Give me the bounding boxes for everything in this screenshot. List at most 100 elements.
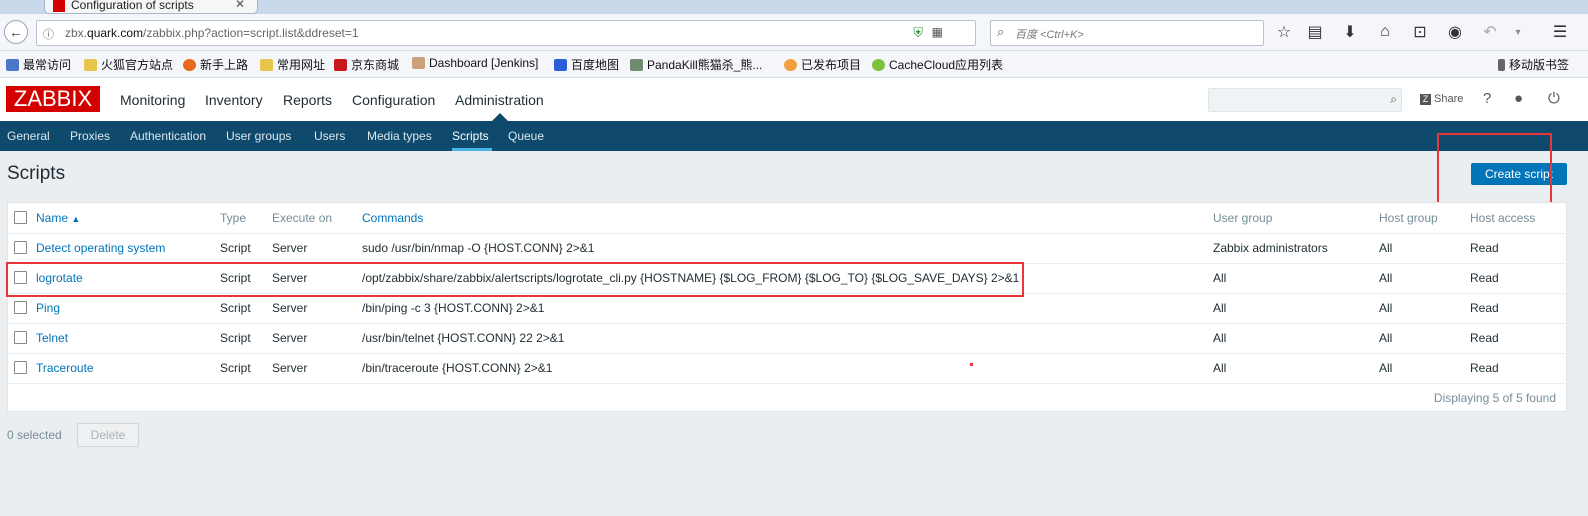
tab-queue[interactable]: Queue (508, 129, 544, 143)
sort-ascending-icon: ▲ (71, 214, 81, 224)
browser-tab-strip: Configuration of scripts ✕ (0, 0, 1588, 14)
script-user-group: All (1213, 331, 1227, 345)
column-header-host-group: Host group (1379, 211, 1438, 225)
bookmarks-toolbar: 最常访问 火狐官方站点 新手上路 常用网址 京东商城 Dashboard [Je… (0, 51, 1588, 78)
tab-media-types[interactable]: Media types (367, 129, 432, 143)
scripts-table: Name ▲ Type Execute on Commands User gro… (7, 202, 1567, 412)
menu-icon[interactable]: ☰ (1548, 20, 1572, 44)
nav-configuration[interactable]: Configuration (352, 92, 435, 108)
table-row: Ping Script Server /bin/ping -c 3 {HOST.… (8, 293, 1566, 324)
tab-proxies[interactable]: Proxies (70, 129, 110, 143)
delete-button[interactable]: Delete (77, 423, 139, 447)
row-checkbox[interactable] (14, 241, 27, 254)
script-command: sudo /usr/bin/nmap -O {HOST.CONN} 2>&1 (362, 241, 595, 255)
zabbix-header: ZABBIX Monitoring Inventory Reports Conf… (0, 78, 1588, 122)
undo-icon[interactable]: ↶ (1478, 20, 1502, 44)
tab-general[interactable]: General (7, 129, 50, 143)
page-title: Scripts (7, 163, 66, 184)
nav-inventory[interactable]: Inventory (205, 92, 263, 108)
bookmark-item[interactable]: 百度地图 (554, 56, 619, 73)
search-icon[interactable]: ⌕ (1390, 92, 1397, 107)
script-host-access: Read (1470, 301, 1499, 315)
nav-monitoring[interactable]: Monitoring (120, 92, 185, 108)
script-type: Script (220, 301, 251, 315)
script-user-group: All (1213, 301, 1227, 315)
row-checkbox[interactable] (14, 361, 27, 374)
nav-administration[interactable]: Administration (455, 92, 544, 108)
browser-tab[interactable]: Configuration of scripts ✕ (44, 0, 258, 14)
annotation-highlight-box (6, 262, 1024, 297)
crop-icon[interactable]: ⊡ (1408, 20, 1432, 44)
column-header-type: Type (220, 211, 247, 225)
info-icon[interactable]: ⓘ (43, 26, 54, 42)
share-button[interactable]: Z Share (1420, 93, 1463, 105)
shield-icon[interactable]: ⛨ (913, 25, 923, 41)
user-profile-icon[interactable]: ● (1514, 90, 1523, 107)
column-header-execute-on: Execute on (272, 211, 333, 225)
script-name-link[interactable]: Traceroute (36, 361, 94, 375)
script-execute-on: Server (272, 331, 308, 345)
bookmark-item[interactable]: 新手上路 (183, 56, 248, 73)
selected-count: 0 selected (7, 428, 62, 442)
script-user-group: Zabbix administrators (1213, 241, 1328, 255)
script-user-group: All (1213, 361, 1227, 375)
bookmark-item[interactable]: PandaKill熊猫杀_熊... (630, 56, 762, 73)
url-text: zbx.quark.com/zabbix.php?action=script.l… (65, 26, 359, 40)
bookmark-item[interactable]: CacheCloud应用列表 (872, 56, 1003, 73)
qr-code-icon[interactable]: ▦ (932, 25, 943, 39)
script-name-link[interactable]: Ping (36, 301, 60, 315)
script-host-access: Read (1470, 271, 1499, 285)
close-icon[interactable]: ✕ (235, 0, 245, 11)
row-checkbox[interactable] (14, 301, 27, 314)
zabbix-logo[interactable]: ZABBIX (6, 86, 100, 112)
row-checkbox[interactable] (14, 331, 27, 344)
bookmark-item[interactable]: 常用网址 (260, 56, 325, 73)
browser-search-box[interactable]: ⌕ 百度 <Ctrl+K> (990, 20, 1264, 46)
sign-out-icon[interactable]: ⏻ (1548, 90, 1560, 107)
active-tab-underline (452, 148, 492, 151)
script-name-link[interactable]: Detect operating system (36, 241, 165, 255)
url-bar[interactable]: ⓘ zbx.quark.com/zabbix.php?action=script… (36, 20, 976, 46)
zabbix-share-icon: Z (1420, 94, 1431, 105)
tab-users[interactable]: Users (314, 129, 345, 143)
bookmark-item[interactable]: 火狐官方站点 (84, 56, 173, 73)
column-header-host-access: Host access (1470, 211, 1536, 225)
column-header-name[interactable]: Name ▲ (36, 211, 80, 225)
bookmark-item[interactable]: 已发布项目 (784, 56, 861, 73)
script-execute-on: Server (272, 301, 308, 315)
script-command: /usr/bin/telnet {HOST.CONN} 22 2>&1 (362, 331, 565, 345)
tab-authentication[interactable]: Authentication (130, 129, 206, 143)
chat-icon[interactable]: ◉ (1443, 20, 1467, 44)
tab-user-groups[interactable]: User groups (226, 129, 291, 143)
select-all-checkbox[interactable] (14, 211, 27, 224)
download-icon[interactable]: ⬇ (1338, 20, 1362, 44)
table-footer-count: Displaying 5 of 5 found (1433, 391, 1556, 405)
script-name-link[interactable]: Telnet (36, 331, 68, 345)
search-icon: ⌕ (997, 24, 1005, 39)
sub-navigation: General Proxies Authentication User grou… (0, 121, 1588, 151)
script-command: /bin/traceroute {HOST.CONN} 2>&1 (362, 361, 553, 375)
bookmark-item[interactable]: Dashboard [Jenkins] (412, 56, 538, 70)
bookmark-item[interactable]: 京东商城 (334, 56, 399, 73)
table-row: Traceroute Script Server /bin/traceroute… (8, 353, 1566, 384)
script-host-access: Read (1470, 331, 1499, 345)
script-host-access: Read (1470, 241, 1499, 255)
script-type: Script (220, 331, 251, 345)
help-icon[interactable]: ? (1483, 90, 1491, 107)
bookmark-item[interactable]: 最常访问 (6, 56, 71, 73)
reading-list-icon[interactable]: ▤ (1303, 20, 1327, 44)
browser-tab-title: Configuration of scripts (71, 0, 194, 12)
nav-reports[interactable]: Reports (283, 92, 332, 108)
annotation-dot (970, 363, 973, 366)
mobile-bookmarks[interactable]: 移动版书签 (1498, 56, 1569, 73)
chevron-down-icon[interactable]: ▾ (1506, 20, 1530, 44)
column-header-user-group: User group (1213, 211, 1273, 225)
home-icon[interactable]: ⌂ (1373, 20, 1397, 44)
global-search-input[interactable]: ⌕ (1208, 88, 1402, 112)
back-arrow-icon[interactable]: ← (4, 20, 28, 44)
column-header-commands[interactable]: Commands (362, 211, 423, 225)
script-execute-on: Server (272, 241, 308, 255)
tab-scripts[interactable]: Scripts (452, 129, 489, 143)
star-icon[interactable]: ☆ (1272, 20, 1296, 44)
table-header: Name ▲ Type Execute on Commands User gro… (8, 203, 1566, 234)
